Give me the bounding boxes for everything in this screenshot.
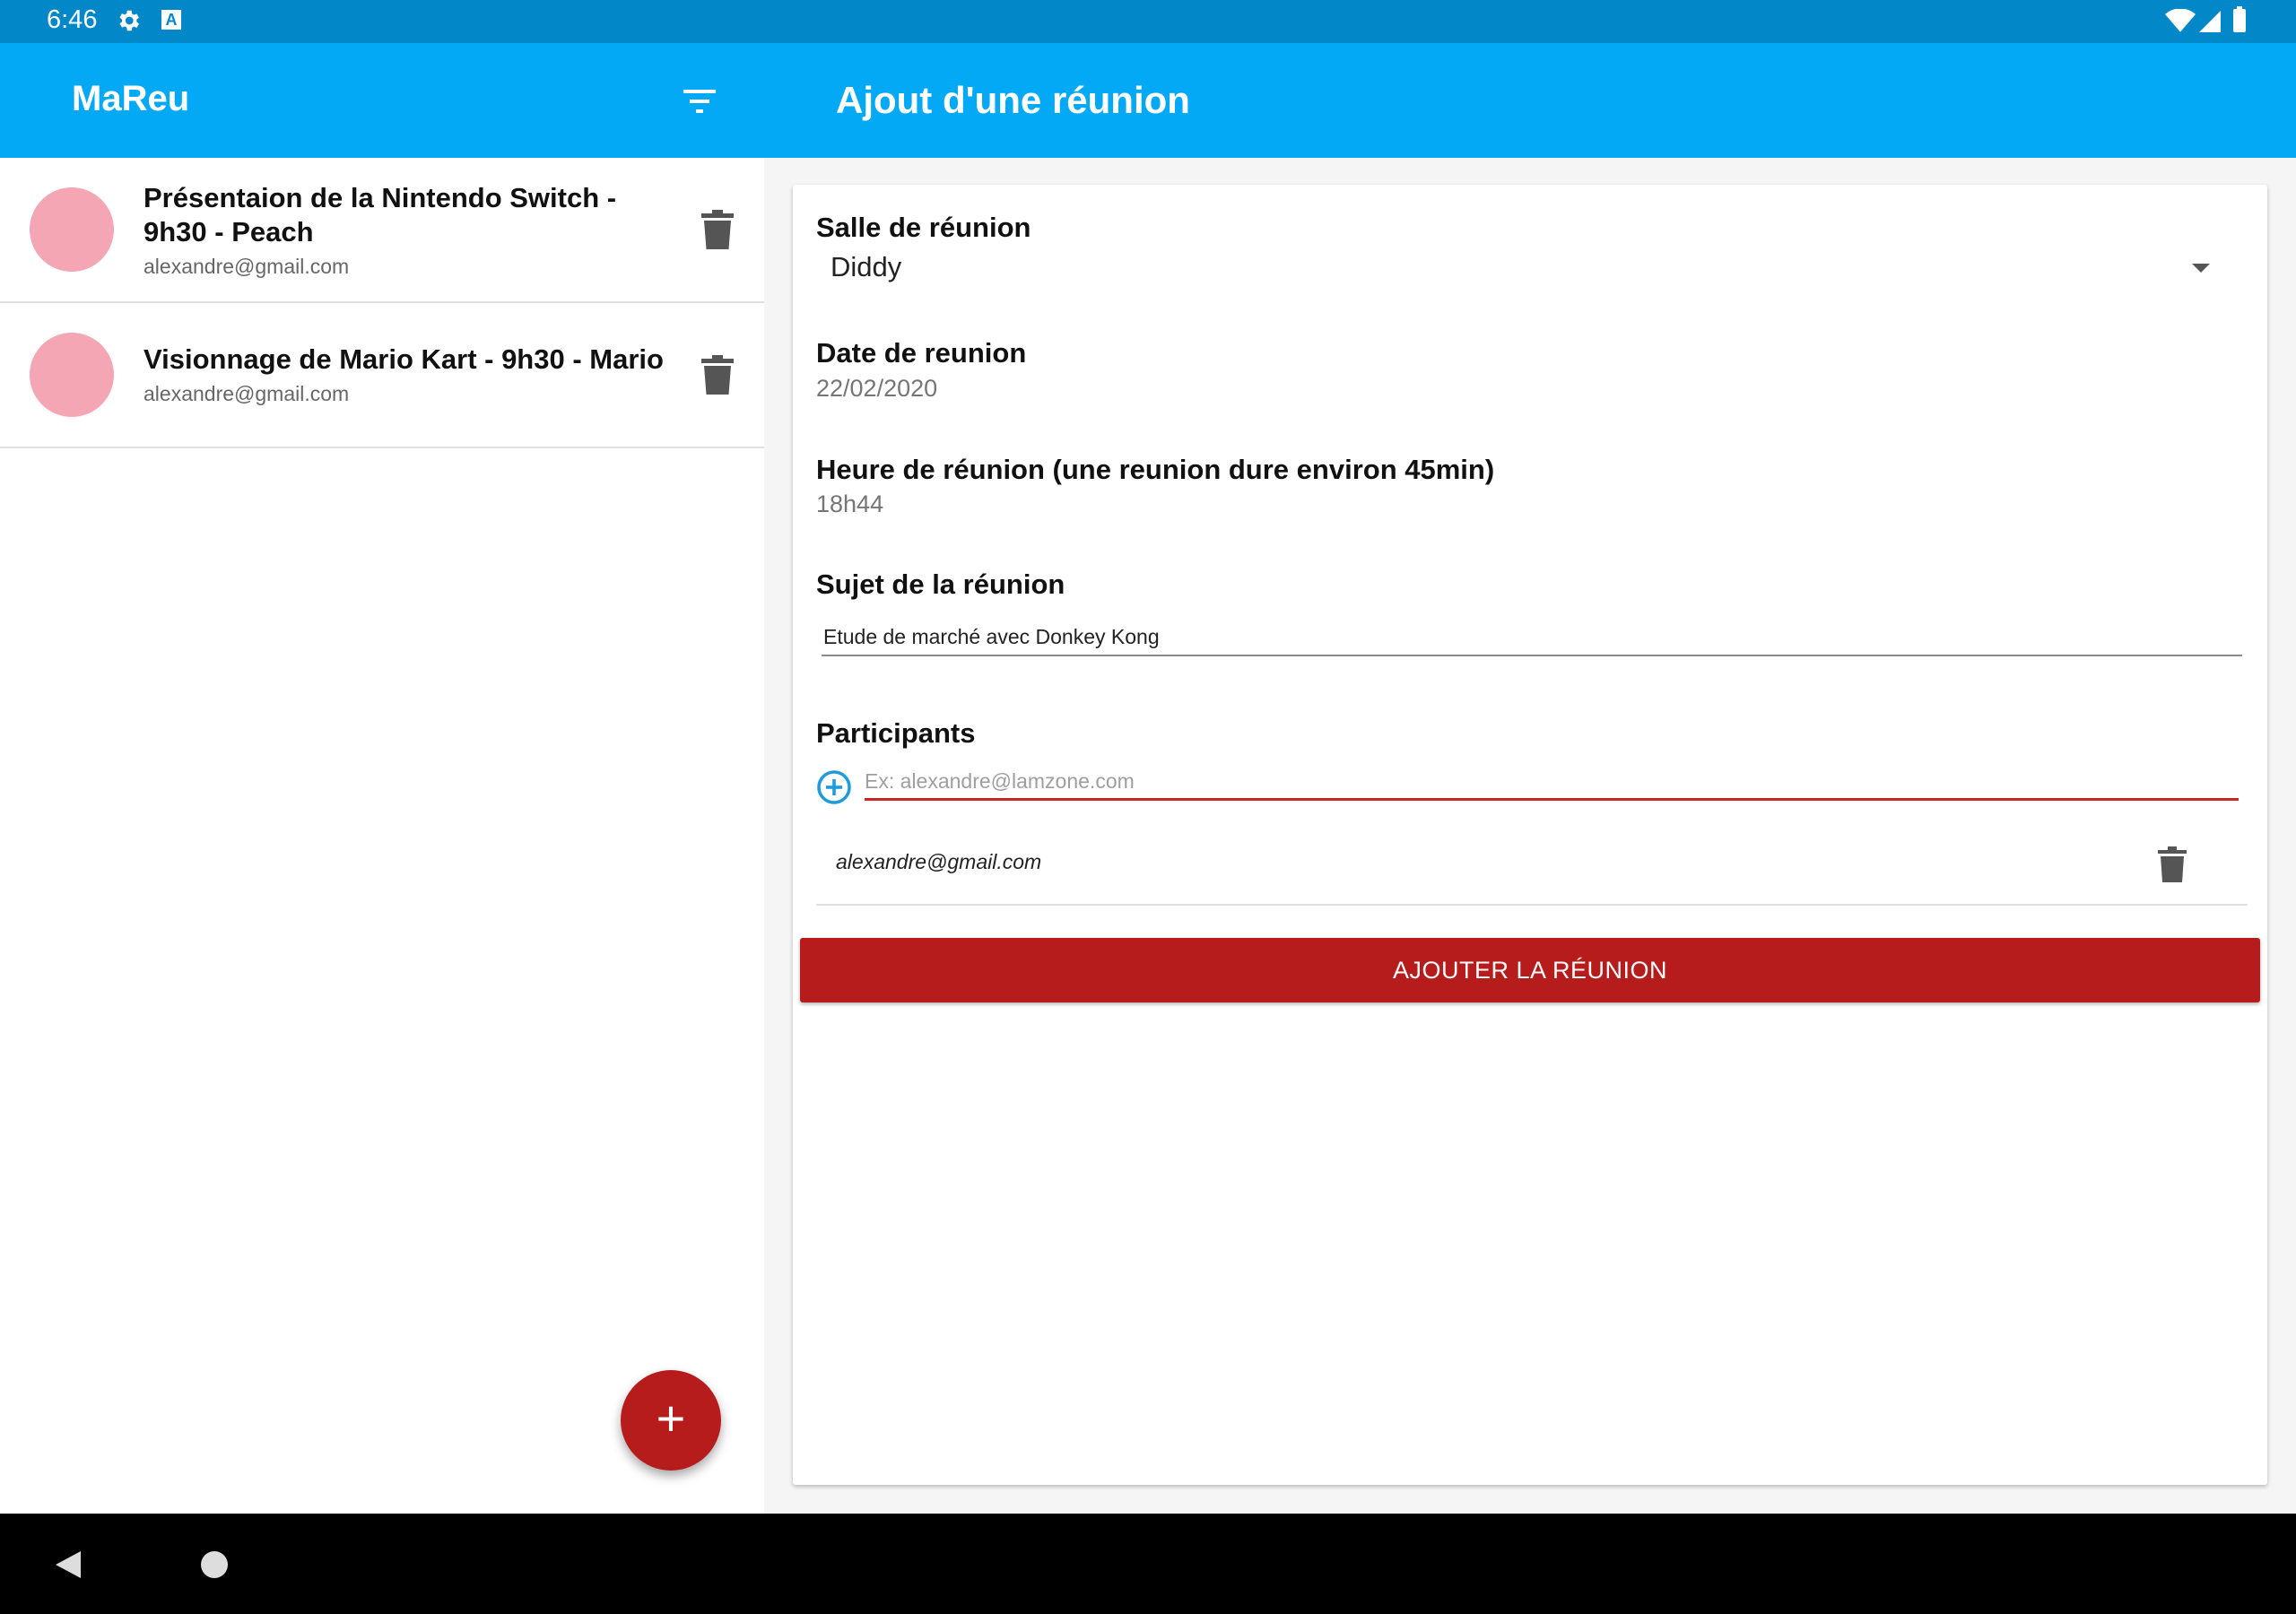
meeting-participants: alexandre@gmail.com bbox=[144, 382, 350, 405]
wifi-icon bbox=[2165, 9, 2196, 32]
meeting-avatar bbox=[30, 333, 114, 417]
status-bar: 6:46 A bbox=[0, 0, 2296, 43]
participant-row: alexandre@gmail.com bbox=[816, 823, 2248, 906]
room-value: Diddy bbox=[831, 251, 902, 282]
notification-a-icon: A bbox=[161, 10, 181, 30]
subject-label: Sujet de la réunion bbox=[816, 568, 1065, 600]
dropdown-arrow-icon bbox=[2192, 264, 2210, 273]
date-label: Date de reunion bbox=[816, 337, 1027, 369]
date-value[interactable]: 22/02/2020 bbox=[816, 375, 937, 403]
pane-divider bbox=[764, 158, 771, 1514]
signal-icon bbox=[2199, 11, 2221, 32]
meeting-title: Présentaion de la Nintendo Switch - 9h30… bbox=[144, 182, 617, 247]
room-spinner[interactable]: Diddy bbox=[816, 239, 2233, 292]
app-title: MaReu bbox=[72, 79, 190, 118]
time-label: Heure de réunion (une reunion dure envir… bbox=[816, 454, 1495, 485]
participant-email-input[interactable] bbox=[865, 764, 2239, 801]
meeting-item[interactable]: Visionnage de Mario Kart - 9h30 - Mario … bbox=[0, 303, 764, 448]
delete-meeting-icon[interactable] bbox=[701, 210, 734, 249]
subject-input[interactable] bbox=[822, 619, 2242, 656]
battery-icon bbox=[2233, 6, 2246, 32]
participant-email: alexandre@gmail.com bbox=[836, 850, 1042, 873]
add-meeting-form: Salle de réunion Diddy Date de reunion 2… bbox=[793, 185, 2267, 1485]
back-icon[interactable] bbox=[56, 1551, 81, 1578]
filter-icon[interactable] bbox=[682, 86, 718, 117]
participants-label: Participants bbox=[816, 717, 976, 749]
meeting-list: Présentaion de la Nintendo Switch - 9h30… bbox=[0, 158, 764, 1514]
status-time: 6:46 bbox=[47, 5, 98, 34]
add-participant-icon[interactable] bbox=[816, 769, 852, 805]
add-meeting-submit-button[interactable]: AJOUTER LA RÉUNION bbox=[800, 938, 2260, 1002]
delete-meeting-icon[interactable] bbox=[701, 355, 734, 395]
meeting-participants: alexandre@gmail.com bbox=[144, 255, 350, 278]
add-meeting-button[interactable]: + bbox=[621, 1370, 721, 1471]
delete-participant-icon[interactable] bbox=[2158, 846, 2187, 882]
time-value[interactable]: 18h44 bbox=[816, 490, 883, 518]
page-title: Ajout d'une réunion bbox=[836, 79, 1190, 121]
app-bar: MaReu Ajout d'une réunion bbox=[0, 43, 2296, 158]
settings-icon bbox=[119, 10, 139, 31]
meeting-avatar bbox=[30, 187, 114, 272]
home-icon[interactable] bbox=[201, 1551, 228, 1578]
meeting-item[interactable]: Présentaion de la Nintendo Switch - 9h30… bbox=[0, 158, 764, 303]
meeting-title: Visionnage de Mario Kart - 9h30 - Mario bbox=[144, 343, 664, 375]
navigation-bar bbox=[0, 1514, 2296, 1614]
